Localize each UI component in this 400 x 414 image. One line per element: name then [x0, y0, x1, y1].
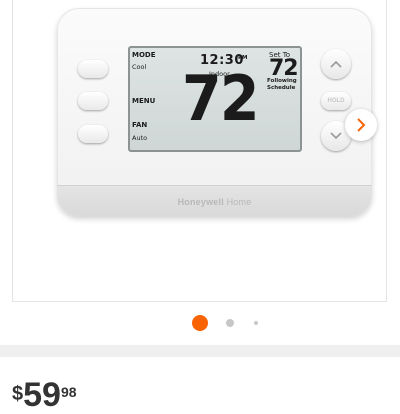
- clock-ampm: PM: [238, 55, 248, 61]
- carousel-dot[interactable]: [254, 321, 258, 325]
- carousel-next-button[interactable]: [345, 109, 377, 141]
- fan-label: FAN: [132, 121, 148, 129]
- following-label: Following: [267, 78, 297, 84]
- product-price: $5998: [12, 378, 77, 412]
- fan-value: Auto: [132, 134, 148, 142]
- thermostat-fan-button: [78, 125, 108, 143]
- chevron-up-icon: [330, 60, 342, 68]
- thermostat-mode-button: [78, 60, 108, 78]
- carousel-dot-active[interactable]: [192, 315, 208, 331]
- thermostat-up-button: [321, 49, 351, 79]
- chevron-down-icon: [330, 132, 342, 140]
- schedule-label: Schedule: [267, 85, 296, 91]
- hold-label: HOLD: [327, 98, 345, 104]
- brand-logo: Honeywell Home: [177, 197, 252, 207]
- thermostat-menu-button: [78, 92, 108, 110]
- thermostat-display: MODE Cool MENU FAN Auto 12:30 PM Indoor …: [128, 46, 302, 152]
- price-currency: $: [12, 383, 24, 405]
- thermostat-image: MODE Cool MENU FAN Auto 12:30 PM Indoor …: [57, 8, 372, 216]
- section-divider: [0, 345, 400, 357]
- menu-label: MENU: [132, 97, 156, 105]
- thermostat-hold-button: HOLD: [321, 92, 351, 110]
- mode-label: MODE: [132, 51, 156, 59]
- mode-value: Cool: [132, 63, 147, 71]
- price-cents: 98: [60, 384, 77, 400]
- price-dollars: 59: [23, 376, 61, 414]
- chevron-right-icon: [357, 118, 366, 132]
- product-image-card: MODE Cool MENU FAN Auto 12:30 PM Indoor …: [12, 0, 387, 302]
- indoor-temperature: 72: [182, 62, 260, 135]
- carousel-dot[interactable]: [226, 319, 234, 327]
- thermostat-base: Honeywell Home: [57, 185, 372, 216]
